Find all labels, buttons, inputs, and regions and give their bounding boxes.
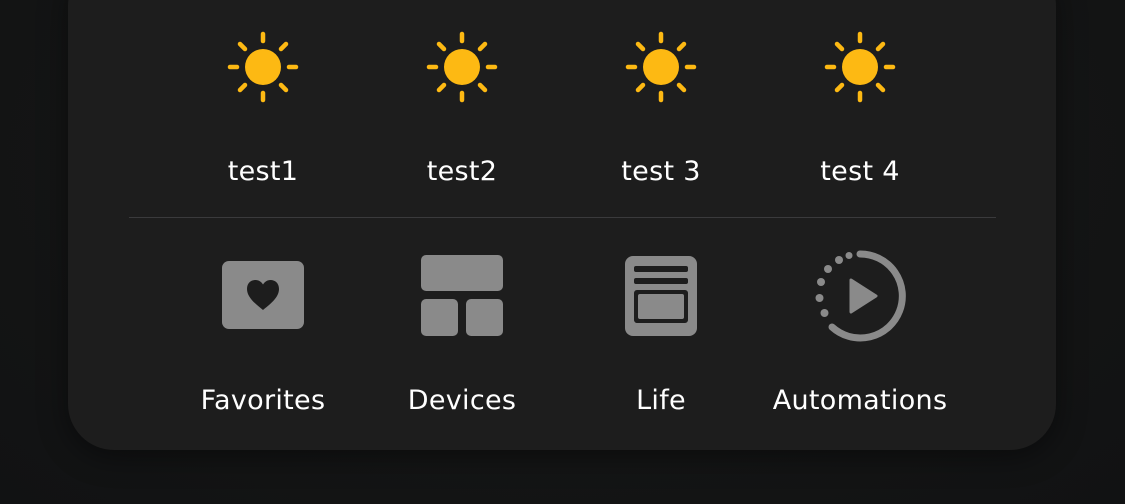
- automation-play-icon: [810, 246, 910, 346]
- tab-label: Devices: [407, 385, 517, 416]
- tab-devices[interactable]: Devices: [362, 0, 562, 416]
- devices-grid-icon: [412, 246, 512, 346]
- tab-label: Automations: [772, 385, 948, 416]
- tab-automations[interactable]: Automations: [760, 0, 960, 416]
- tab-life[interactable]: Life: [561, 0, 761, 416]
- heart-card-icon: [213, 246, 313, 346]
- tab-label: Favorites: [200, 385, 326, 416]
- document-icon: [611, 246, 711, 346]
- tab-favorites[interactable]: Favorites: [163, 0, 363, 416]
- tab-label: Life: [636, 385, 686, 416]
